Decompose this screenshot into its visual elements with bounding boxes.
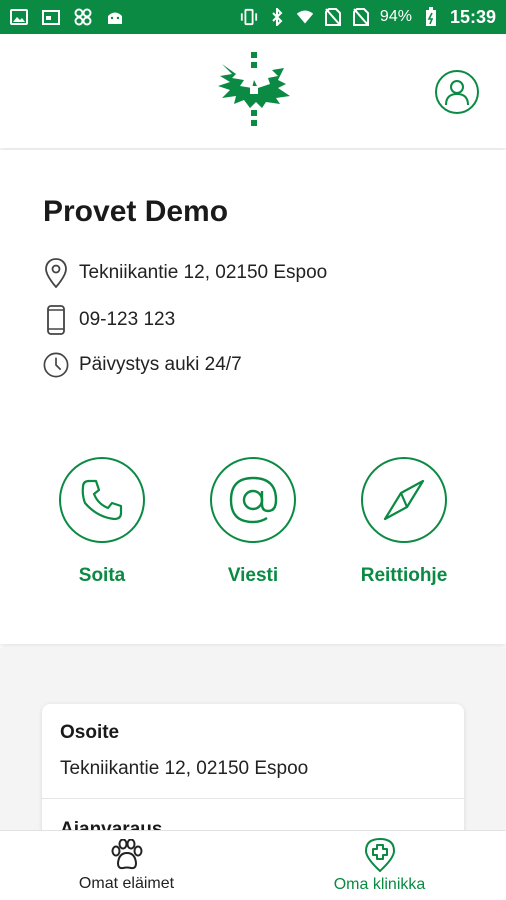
details-section: Osoite Tekniikantie 12, 02150 Espoo Ajan… <box>0 648 506 864</box>
message-button[interactable]: Viesti <box>183 457 323 587</box>
phone-row: 09-123 123 <box>43 305 175 335</box>
clock: 15:39 <box>449 6 496 27</box>
mobile-phone-icon <box>43 305 69 335</box>
image-icon <box>10 8 28 26</box>
android-icon <box>106 8 124 26</box>
at-icon <box>229 476 278 524</box>
bluetooth-icon <box>268 8 286 26</box>
nav-my-pets[interactable]: Omat eläimet <box>0 831 253 900</box>
clock-icon <box>43 350 69 380</box>
paw-icon <box>111 838 142 869</box>
app-header <box>0 34 506 148</box>
compass-icon <box>383 479 425 521</box>
detail-address: Osoite Tekniikantie 12, 02150 Espoo <box>42 704 464 799</box>
calendar-icon <box>42 8 60 26</box>
no-sim-icon <box>352 8 370 26</box>
address-text: Tekniikantie 12, 02150 Espoo <box>79 262 328 283</box>
detail-title: Osoite <box>60 722 120 743</box>
status-bar: 94% 15:39 <box>0 0 506 34</box>
battery-icon <box>422 7 440 26</box>
message-label: Viesti <box>227 565 279 586</box>
location-pin-icon <box>43 258 69 288</box>
directions-button[interactable]: Reittiohje <box>334 457 474 587</box>
phone-icon <box>81 479 123 521</box>
university-tree-logo <box>214 52 294 130</box>
user-icon <box>445 80 469 106</box>
nav-my-clinic-label: Oma klinikka <box>333 875 426 893</box>
directions-circle[interactable] <box>361 457 447 543</box>
clinic-plus-icon <box>364 837 395 872</box>
call-button[interactable]: Soita <box>32 457 172 587</box>
directions-label: Reittiohje <box>360 565 448 586</box>
call-label: Soita <box>78 565 126 586</box>
message-circle[interactable] <box>210 457 296 543</box>
battery-percent: 94% <box>379 8 412 25</box>
detail-value: Tekniikantie 12, 02150 Espoo <box>60 758 309 779</box>
contact-actions: Soita Viesti Reittiohje <box>0 457 506 597</box>
phone-text: 09-123 123 <box>79 309 176 330</box>
fan-icon <box>74 8 92 26</box>
vibrate-icon <box>240 8 258 26</box>
profile-button[interactable] <box>435 70 479 114</box>
wifi-icon <box>296 8 314 26</box>
hours-text: Päivystys auki 24/7 <box>79 354 242 375</box>
nav-my-clinic[interactable]: Oma klinikka <box>253 831 506 900</box>
clinic-name: Provet Demo <box>43 195 229 228</box>
bottom-navigation: Omat eläimet Oma klinikka <box>0 830 506 900</box>
address-row: Tekniikantie 12, 02150 Espoo <box>43 258 327 288</box>
nav-my-pets-label: Omat eläimet <box>78 874 175 892</box>
hours-row: Päivystys auki 24/7 <box>43 350 242 380</box>
call-circle[interactable] <box>59 457 145 543</box>
no-sim-icon <box>324 8 342 26</box>
clinic-card: Provet Demo Tekniikantie 12, 02150 Espoo… <box>0 150 506 644</box>
